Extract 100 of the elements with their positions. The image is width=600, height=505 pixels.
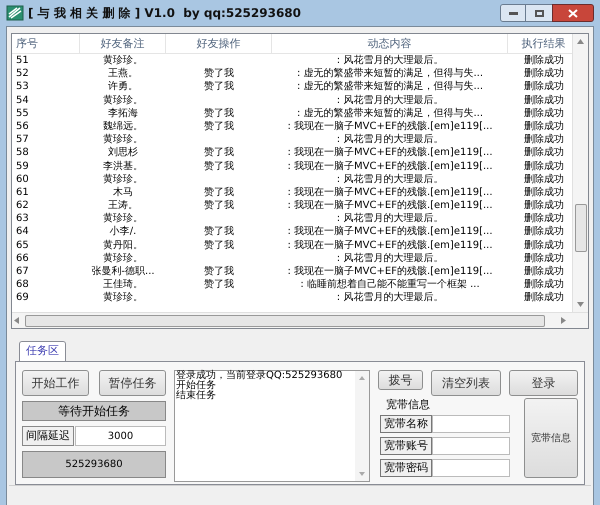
table-cell: 赞了我 bbox=[204, 108, 234, 119]
table-cell: 57 bbox=[16, 134, 29, 146]
table-cell: 删除成功 bbox=[524, 55, 564, 66]
scroll-right-arrow-icon[interactable] bbox=[561, 317, 566, 324]
table-cell: 69 bbox=[16, 292, 29, 304]
table-cell: : 风花雪月的大理最后。 bbox=[336, 213, 444, 224]
delay-label: 间隔延迟 bbox=[22, 426, 74, 446]
scroll-up-arrow-icon[interactable] bbox=[359, 376, 365, 380]
table-cell: 黄珍珍。 bbox=[103, 134, 143, 146]
window-title: [ 与 我 相 关 删 除 ] V1.0 by qq:525293680 bbox=[28, 5, 302, 22]
task-button[interactable]: 暂停任务 bbox=[99, 370, 166, 396]
broadband-info-button[interactable]: 宽带信息 bbox=[524, 398, 578, 478]
table-cell: 黄珍珍。 bbox=[103, 213, 143, 224]
table-cell: : 风花雪月的大理最后。 bbox=[336, 292, 444, 304]
scroll-up-arrow-icon[interactable] bbox=[577, 39, 584, 44]
column-header[interactable]: 动态内容 bbox=[272, 34, 508, 53]
table-cell: 删除成功 bbox=[524, 160, 564, 172]
field-label: 宽带账号 bbox=[380, 437, 432, 455]
table-cell: 王涛。 bbox=[108, 200, 138, 212]
table-cell: 54 bbox=[16, 94, 29, 106]
table-cell: 删除成功 bbox=[524, 68, 564, 80]
table-cell: : 虚无的繁盛带来短暂的满足，但得与失... bbox=[296, 108, 484, 119]
scroll-left-arrow-icon[interactable] bbox=[14, 317, 19, 324]
table-cell: : 虚无的繁盛带来短暂的满足，但得与失... bbox=[296, 81, 484, 92]
action-button[interactable]: 拨号 bbox=[378, 370, 424, 390]
table-cell: 53 bbox=[16, 81, 29, 92]
table-cell: 赞了我 bbox=[204, 147, 234, 158]
table-cell: 删除成功 bbox=[524, 266, 564, 277]
table-cell: 删除成功 bbox=[524, 292, 564, 304]
column-header[interactable]: 序号 bbox=[12, 34, 80, 53]
text-input[interactable] bbox=[432, 459, 510, 477]
table-cell: 61 bbox=[16, 186, 29, 198]
account-display: 525293680 bbox=[22, 451, 166, 478]
table-cell: 64 bbox=[16, 226, 29, 238]
table-cell: 56 bbox=[16, 120, 29, 132]
table-cell: 删除成功 bbox=[524, 147, 564, 158]
table-cell: 赞了我 bbox=[204, 200, 234, 212]
table-cell: 删除成功 bbox=[524, 120, 564, 132]
table-cell: 黄珍珍。 bbox=[103, 292, 143, 304]
table-cell: 59 bbox=[16, 160, 29, 172]
maximize-icon[interactable] bbox=[526, 4, 552, 22]
table-cell: 赞了我 bbox=[204, 240, 234, 251]
scroll-down-arrow-icon[interactable] bbox=[359, 472, 365, 476]
table-cell: : 我现在一脑子MVC+EF的残骸.[em]e119[... bbox=[288, 120, 492, 132]
table-cell: 黄珍珍。 bbox=[103, 252, 143, 264]
table-cell: 黄珍珍。 bbox=[103, 94, 143, 106]
table-cell: 赞了我 bbox=[204, 186, 234, 198]
table-cell: : 风花雪月的大理最后。 bbox=[336, 55, 444, 66]
table-cell: 66 bbox=[16, 252, 29, 264]
log-line: 结束任务 bbox=[176, 391, 217, 401]
scroll-down-arrow-icon[interactable] bbox=[577, 302, 584, 307]
table-cell: 63 bbox=[16, 213, 29, 224]
table-cell: 52 bbox=[16, 68, 29, 80]
column-header[interactable]: 好友备注 bbox=[80, 34, 166, 53]
table-cell: 67 bbox=[16, 266, 29, 277]
table-cell: 删除成功 bbox=[524, 108, 564, 119]
status-label: 等待开始任务 bbox=[22, 401, 166, 421]
table-cell: : 风花雪月的大理最后。 bbox=[336, 94, 444, 106]
table-cell: 赞了我 bbox=[204, 160, 234, 172]
table-cell: 魏绵远。 bbox=[103, 120, 143, 132]
minimize-icon[interactable] bbox=[500, 4, 526, 22]
table-cell: 赞了我 bbox=[204, 81, 234, 92]
log-line: 开始任务 bbox=[176, 381, 217, 391]
table-cell: : 虚无的繁盛带来短暂的满足，但得与失... bbox=[296, 68, 484, 80]
group-title: 宽带信息 bbox=[385, 398, 431, 411]
vertical-scrollbar[interactable] bbox=[572, 34, 588, 312]
table-cell: 58 bbox=[16, 147, 29, 158]
table-cell: : 风花雪月的大理最后。 bbox=[336, 174, 444, 185]
action-button[interactable]: 清空列表 bbox=[431, 370, 501, 396]
table-cell: 赞了我 bbox=[204, 226, 234, 238]
log-box[interactable]: 登录成功，当前登录QQ:525293680 开始任务 结束任务 bbox=[174, 370, 370, 482]
text-input[interactable] bbox=[432, 437, 510, 455]
close-icon[interactable] bbox=[552, 4, 594, 22]
task-button[interactable]: 开始工作 bbox=[22, 370, 89, 396]
table-cell: 黄珍珍。 bbox=[103, 55, 143, 66]
table-cell: : 我现在一脑子MVC+EF的残骸.[em]e119[... bbox=[288, 186, 492, 198]
scroll-thumb[interactable] bbox=[25, 314, 545, 326]
table-cell: 删除成功 bbox=[524, 213, 564, 224]
table-cell: 木马 bbox=[113, 186, 133, 198]
table-cell: : 我现在一脑子MVC+EF的残骸.[em]e119[... bbox=[288, 160, 492, 172]
delay-input[interactable]: 3000 bbox=[75, 426, 166, 446]
table-cell: 赞了我 bbox=[204, 68, 234, 80]
table-cell: 删除成功 bbox=[524, 81, 564, 92]
table-cell: 王燕。 bbox=[108, 68, 138, 80]
column-header[interactable]: 好友操作 bbox=[166, 34, 272, 53]
table-cell: 删除成功 bbox=[524, 134, 564, 146]
table-cell: : 我现在一脑子MVC+EF的残骸.[em]e119[... bbox=[288, 200, 492, 212]
tab[interactable]: 任务区 bbox=[19, 341, 66, 361]
table-cell: 小李/. bbox=[110, 226, 136, 238]
table-cell: 许勇。 bbox=[108, 81, 138, 92]
text-input[interactable] bbox=[432, 415, 510, 433]
table-cell: : 我现在一脑子MVC+EF的残骸.[em]e119[... bbox=[288, 266, 492, 277]
horizontal-scrollbar[interactable] bbox=[12, 312, 588, 328]
table-cell: 51 bbox=[16, 55, 29, 66]
table-cell: 删除成功 bbox=[524, 252, 564, 264]
scroll-thumb[interactable] bbox=[574, 204, 586, 252]
action-button[interactable]: 登录 bbox=[508, 370, 578, 396]
field-label: 宽带密码 bbox=[380, 459, 432, 477]
table-cell: 删除成功 bbox=[524, 94, 564, 106]
table-cell: : 我现在一脑子MVC+EF的残骸.[em]e119[... bbox=[288, 240, 492, 251]
